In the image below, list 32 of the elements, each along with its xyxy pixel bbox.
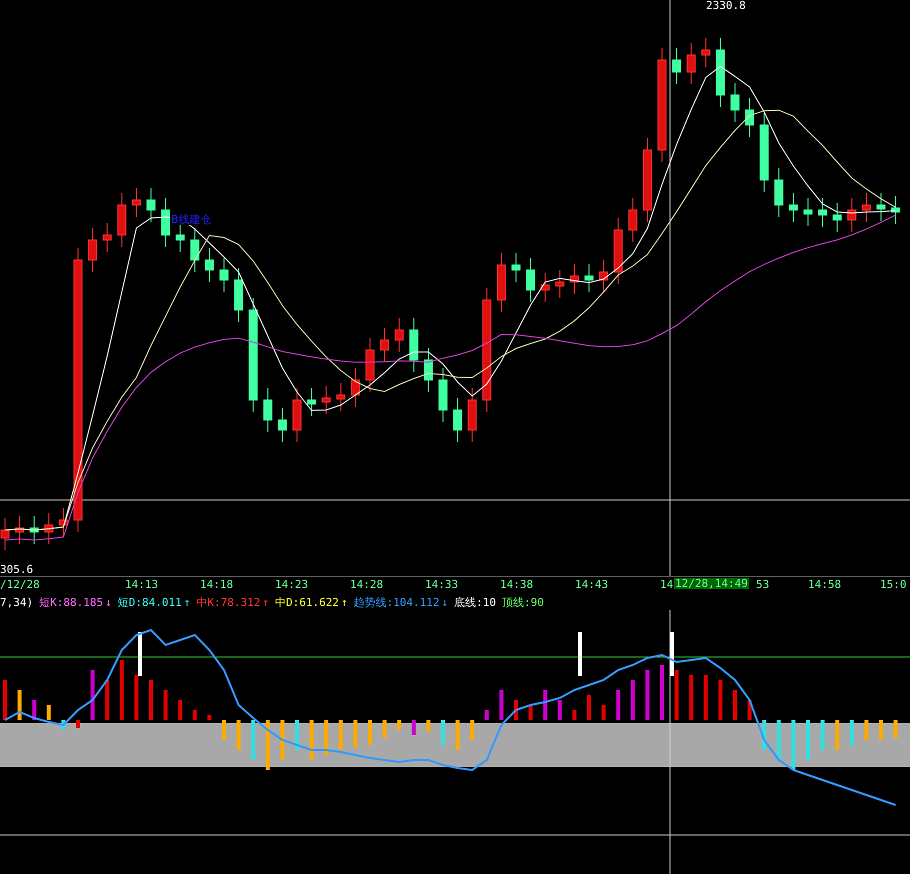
legend-value: 趋势线:104.112 bbox=[354, 596, 440, 608]
time-axis-label: 14:58 bbox=[808, 579, 842, 590]
legend-value: 7,34) bbox=[0, 596, 34, 608]
signal-marker bbox=[670, 632, 674, 676]
trend-arrow: ↓ bbox=[442, 596, 448, 608]
price-low-label: 305.6 bbox=[0, 564, 34, 575]
time-axis-label: 14:13 bbox=[125, 579, 158, 590]
signal-marker bbox=[138, 632, 142, 676]
time-axis-label: 15:0 bbox=[880, 579, 906, 590]
legend-value: 短D:84.011 bbox=[118, 596, 182, 608]
time-axis-label: 14:33 bbox=[425, 579, 458, 590]
time-axis-label: /12/28 bbox=[0, 579, 40, 590]
legend-value: 底线:10 bbox=[454, 596, 496, 608]
time-axis-label: 14:28 bbox=[350, 579, 384, 590]
time-axis-label: 14 bbox=[660, 579, 674, 590]
time-axis-label: 14:23 bbox=[275, 579, 308, 590]
trend-arrow: ↑ bbox=[184, 596, 190, 608]
time-axis-label: 14:18 bbox=[200, 579, 234, 590]
trend-arrow: ↑ bbox=[262, 596, 269, 608]
legend-value: 顶线:90 bbox=[502, 596, 544, 608]
time-axis-label: 53 bbox=[756, 579, 770, 590]
trend-arrow: ↑ bbox=[340, 596, 348, 608]
cursor-time-label: 12/28,14:49 bbox=[674, 578, 749, 589]
time-axis-label: 14:38 bbox=[500, 579, 534, 590]
time-axis-label: 14:43 bbox=[575, 579, 608, 590]
price-high-label: 2330.8 bbox=[706, 0, 746, 11]
legend-value: 中D:61.622 bbox=[274, 596, 339, 608]
legend-value: 短K:88.185 bbox=[39, 596, 104, 608]
chart-annotation: B线建仓 bbox=[170, 214, 213, 225]
trend-arrow: ↓ bbox=[105, 596, 112, 608]
signal-marker bbox=[578, 632, 582, 676]
legend-value: 中K:78.312 bbox=[196, 596, 260, 608]
